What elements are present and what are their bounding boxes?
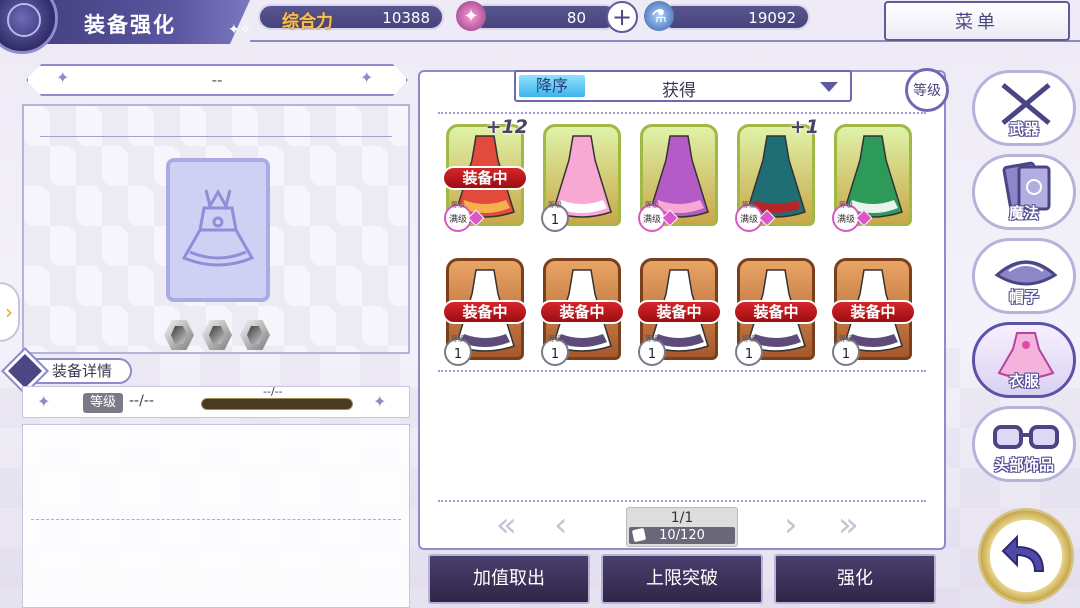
last-page-icon[interactable]: » [838,508,859,542]
hex-gem-icon [202,320,232,350]
equipment-item[interactable]: 装备中等级 1 [733,252,819,366]
item-count-value: 10/120 [659,528,705,543]
menu-button[interactable]: 菜单 [884,1,1070,41]
power-display: 综合力 10388 [258,4,444,32]
equip-name-bar: -- [26,64,408,96]
category-weapon[interactable]: 武器 [972,70,1076,146]
sparkle-icon: ✦✧ [228,22,252,38]
equipment-item[interactable]: +12 装备中 等级 满级 [442,116,528,232]
sparkle-icon: ✦ [56,68,70,87]
plus-level: +1 [789,116,819,138]
page-title: 装备强化 [84,13,176,37]
first-page-icon[interactable]: « [496,508,517,542]
equip-preview [22,104,410,354]
item-level: 等级 1 [735,335,763,366]
power-label: 综合力 [282,12,333,32]
page-indicator: 1/1 [670,510,694,526]
equipped-badge: 装备中 [733,300,819,324]
equipped-badge: 装备中 [830,300,916,324]
category-head-accessory[interactable]: 头部饰品 [972,406,1076,482]
next-page-icon[interactable]: › [784,508,798,542]
dress-placeholder-icon [181,188,255,267]
item-level: 等级 1 [444,335,472,366]
equip-detail-tab[interactable]: 装备详情 [0,346,132,396]
equipment-item[interactable]: 等级 满级 [830,118,916,232]
back-arrow-icon [1001,534,1045,572]
equipment-item[interactable]: 装备中等级 1 [442,252,528,366]
equip-detail-label: 装备详情 [52,362,113,380]
item-level: 等级 1 [541,201,569,232]
grid-divider [438,500,926,502]
equip-placeholder-card [166,158,270,302]
plus-level: +12 [485,116,528,138]
category-clothes[interactable]: 衣服 [972,322,1076,398]
equipment-item[interactable]: 装备中等级 1 [830,252,916,366]
equipment-item[interactable]: 等级 满级 [636,118,722,232]
mana-display: 19092 [660,4,810,30]
prev-page-icon[interactable]: ‹ [554,508,568,542]
back-button[interactable] [978,508,1074,604]
expand-arrow-button[interactable]: › [0,282,20,342]
pager: 1/1 10/120 [626,507,738,547]
equip-name: -- [211,71,223,89]
equipped-badge: 装备中 [636,300,722,324]
power-value: 10388 [382,9,430,27]
equipped-badge: 装备中 [442,300,528,324]
equipped-badge: 装备中 [442,166,528,190]
item-level: 等级 1 [638,335,666,366]
level-filter-button[interactable]: 等级 [905,68,949,112]
hex-gem-icon [164,320,194,350]
equipment-item[interactable]: +1 等级 满级 [733,116,819,232]
limit-break-button[interactable]: 上限突破 [601,554,763,604]
card-icon [631,527,647,543]
grid-divider [438,370,926,372]
category-label: 魔法 [1008,204,1039,222]
emblem-icon [0,0,58,54]
item-count: 10/120 [629,527,735,544]
exp-text: --/-- [263,385,283,398]
level-row: ✦ 等级 --/-- --/-- ✦ [22,385,410,418]
stamina-value: 80 [566,9,586,27]
mana-value: 19092 [748,9,796,27]
sparkle-icon: ✦ [360,68,374,87]
preview-divider [40,136,392,137]
enhance-button[interactable]: 强化 [774,554,936,604]
chevron-down-icon[interactable] [820,82,838,92]
sparkle-icon: ✦ [37,392,51,411]
potion-icon: ⚗ [644,1,674,31]
hex-gem-icon [240,320,270,350]
level-value: --/-- [129,393,154,409]
sort-bar[interactable]: 降序 获得 [514,70,852,102]
sort-order-toggle[interactable]: 降序 [519,75,585,97]
withdraw-bonus-button[interactable]: 加值取出 [428,554,590,604]
sparkle-icon: ✦ [373,392,387,411]
sort-field-label: 获得 [662,81,696,101]
category-label: 衣服 [1008,372,1039,390]
equipment-item[interactable]: 等级 1 [539,118,625,232]
equip-stats-box [22,424,410,608]
grid-divider [438,112,926,114]
equipment-item[interactable]: 装备中等级 1 [539,252,625,366]
category-magic[interactable]: 魔法 [972,154,1076,230]
item-level: 等级 1 [541,335,569,366]
exp-bar [201,398,353,410]
stamina-icon: ✦ [456,1,486,31]
category-hat[interactable]: 帽子 [972,238,1076,314]
category-label: 武器 [1008,120,1039,138]
stamina-display: 80 [470,4,618,30]
item-level: 等级 1 [832,335,860,366]
category-label: 头部饰品 [993,456,1054,474]
level-badge: 等级 [83,393,123,413]
equipped-badge: 装备中 [539,300,625,324]
add-stamina-button[interactable]: + [606,1,638,33]
category-label: 帽子 [1008,288,1039,306]
equipment-item[interactable]: 装备中等级 1 [636,252,722,366]
stats-divider [31,519,401,520]
